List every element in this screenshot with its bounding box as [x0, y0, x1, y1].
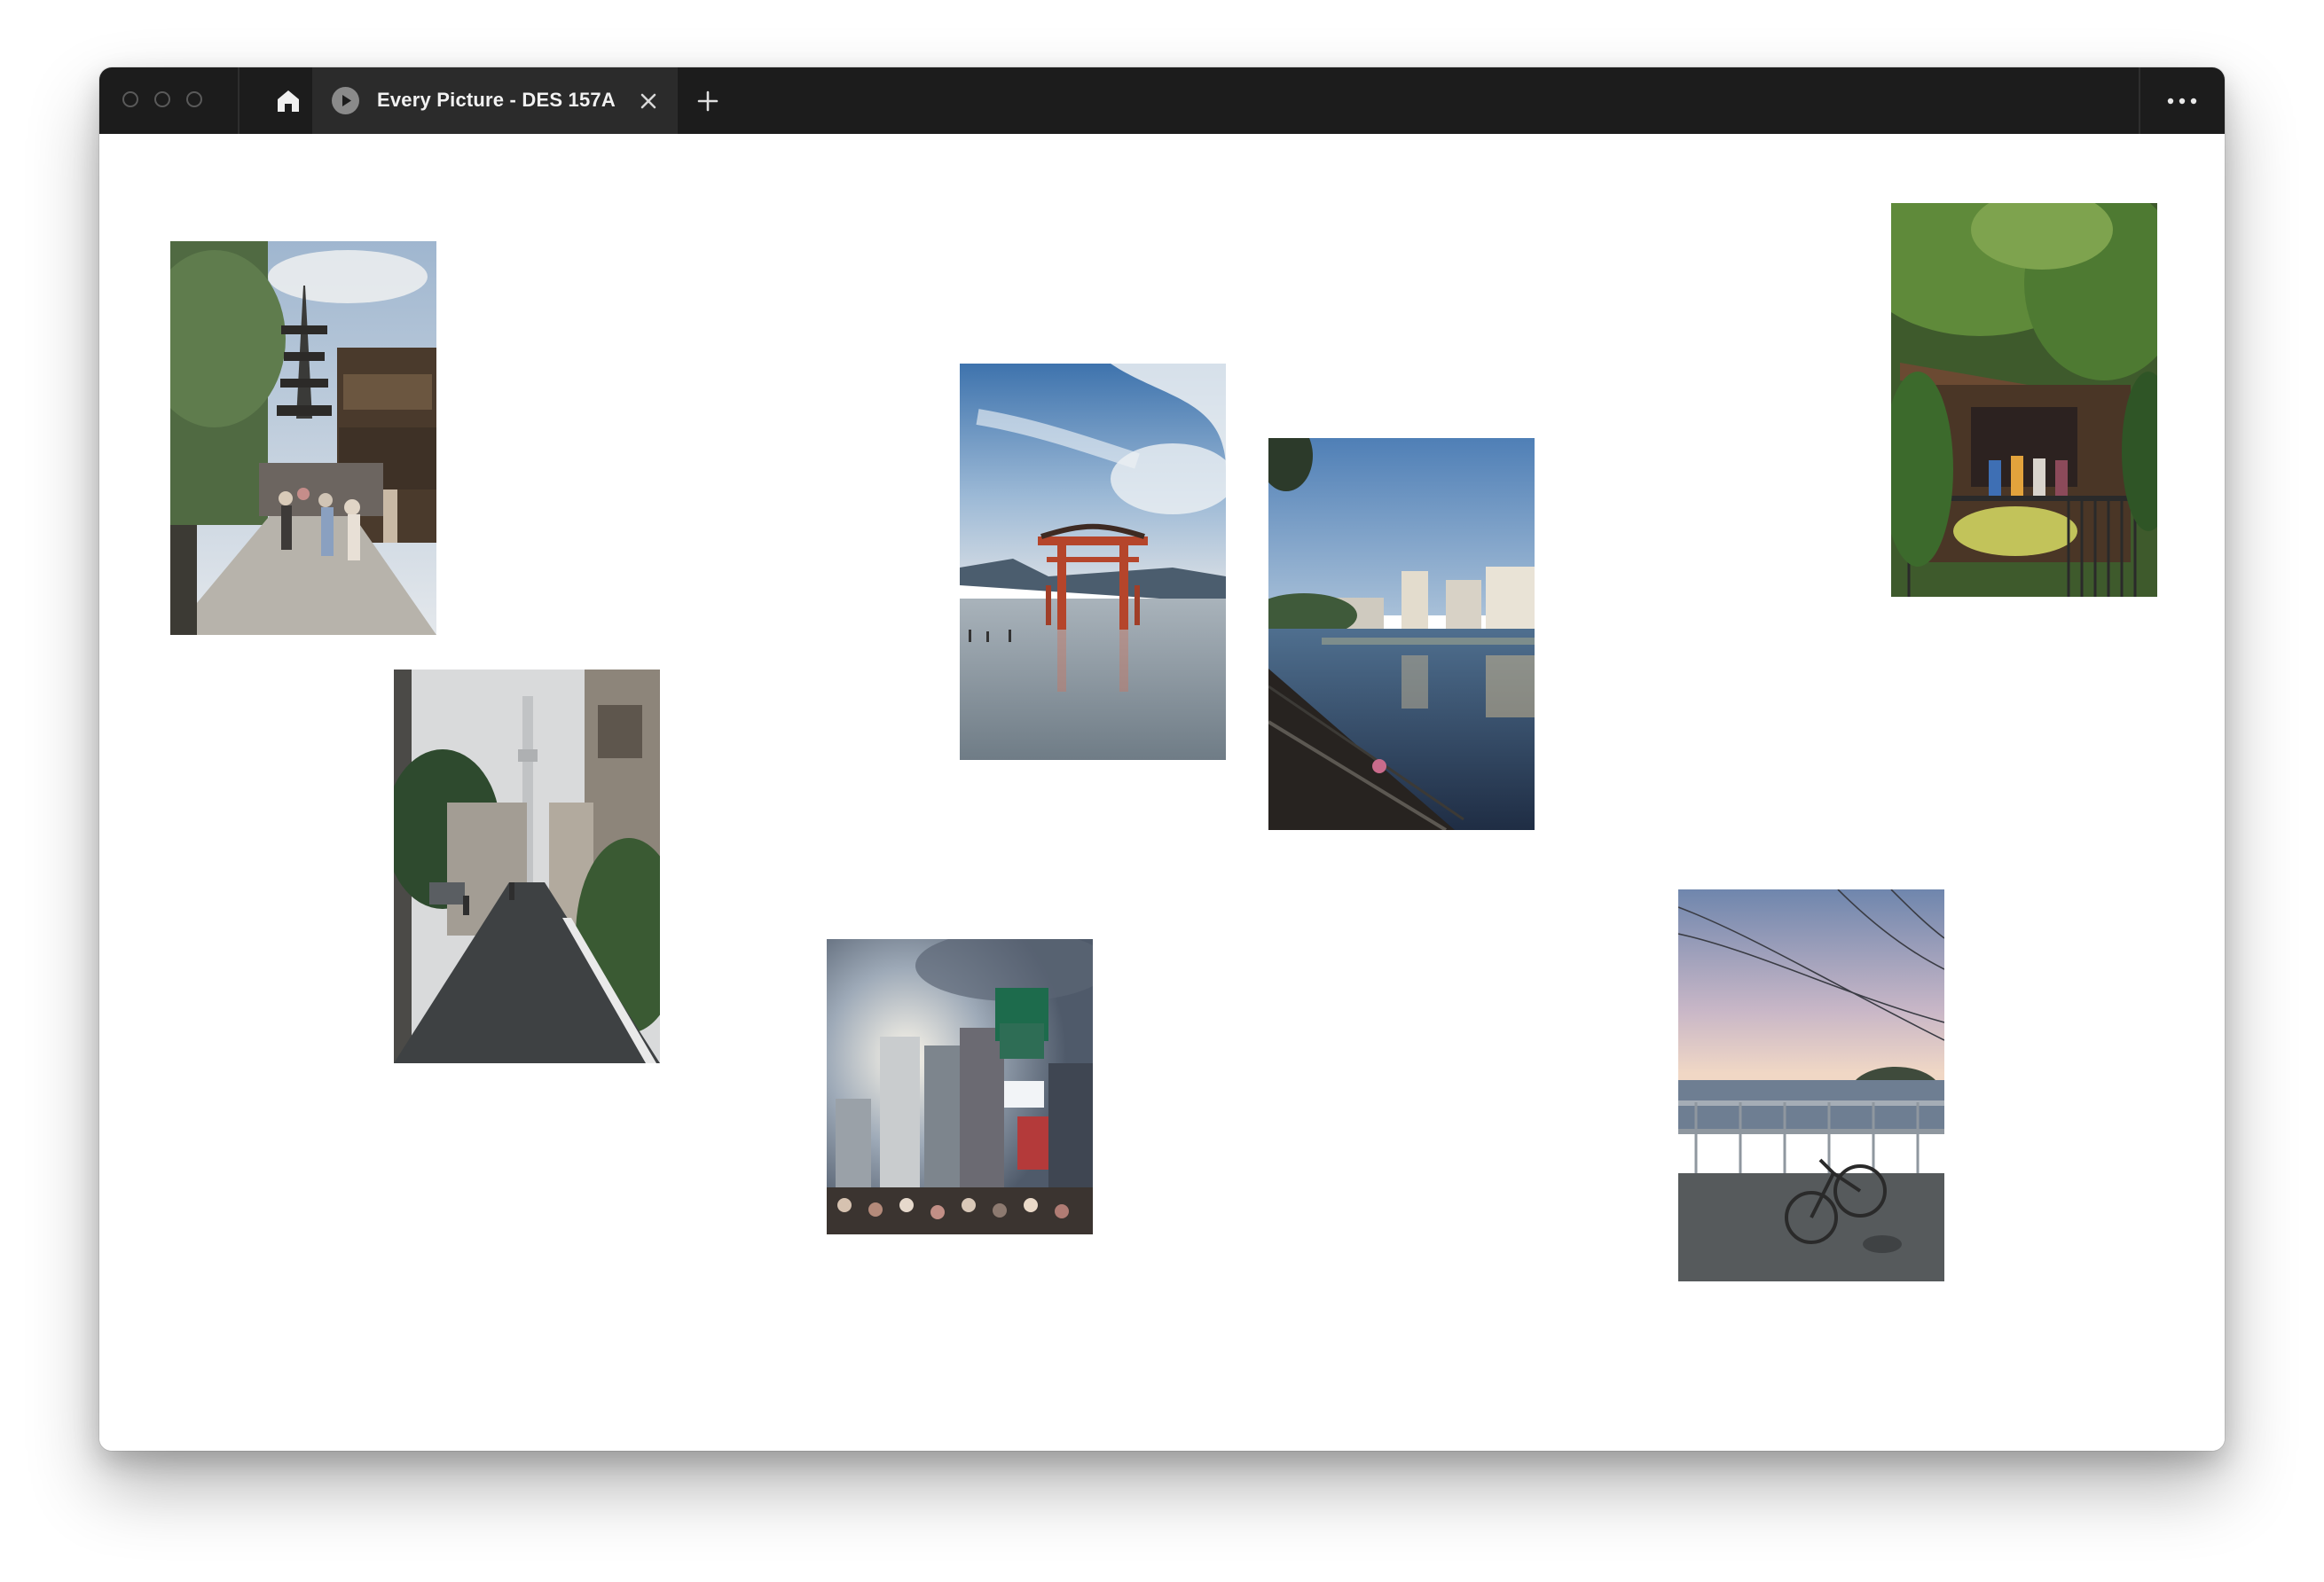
- title-bar: Every Picture - DES 157A: [99, 67, 2225, 134]
- photo-shibuya-crossing[interactable]: [827, 939, 1093, 1234]
- close-icon[interactable]: [637, 90, 660, 113]
- close-window-button[interactable]: [122, 91, 138, 107]
- more-icon: [2167, 98, 2197, 104]
- home-button[interactable]: [263, 67, 313, 134]
- plus-icon[interactable]: [695, 89, 720, 114]
- home-icon: [278, 90, 299, 112]
- photo-kyoto-pagoda-street[interactable]: [170, 241, 436, 635]
- photo-miyajima-torii-gate[interactable]: [960, 364, 1226, 760]
- tab-every-picture[interactable]: Every Picture - DES 157A: [312, 67, 678, 134]
- browser-window: Every Picture - DES 157A: [99, 67, 2225, 1451]
- photo-river-city-view[interactable]: [1268, 438, 1535, 830]
- maximize-window-button[interactable]: [186, 91, 202, 107]
- titlebar-divider: [238, 67, 239, 134]
- minimize-window-button[interactable]: [154, 91, 170, 107]
- photo-seaside-bicycle-sunset[interactable]: [1678, 889, 1944, 1281]
- play-icon: [332, 87, 359, 114]
- more-options-button[interactable]: [2139, 67, 2225, 134]
- photo-tokyo-skytree-street[interactable]: [394, 670, 660, 1063]
- photo-canvas: [99, 134, 2225, 1451]
- photo-house-under-trees[interactable]: [1891, 203, 2157, 597]
- tab-title: Every Picture - DES 157A: [377, 89, 616, 111]
- window-controls: [122, 91, 202, 107]
